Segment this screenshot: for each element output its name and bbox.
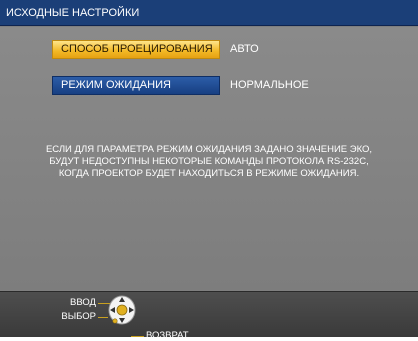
menu-item-projection-method[interactable]: СПОСОБ ПРОЕЦИРОВАНИЯ [53,41,219,58]
enter-hint-label: ВВОД [70,297,96,308]
note-line: КОГДА ПРОЕКТОР БУДЕТ НАХОДИТЬСЯ В РЕЖИМЕ… [58,168,360,179]
projection-method-value: АВТО [230,43,259,55]
menu-title: ИСХОДНЫЕ НАСТРОЙКИ [0,0,418,26]
select-hint-label: ВЫБОР [61,311,96,322]
menu-area: СПОСОБ ПРОЕЦИРОВАНИЯ АВТО РЕЖИМ ОЖИДАНИЯ… [0,27,418,290]
back-leader-line [131,336,144,337]
menu-item-standby-mode[interactable]: РЕЖИМ ОЖИДАНИЯ [53,77,219,94]
note-line: ЕСЛИ ДЛЯ ПАРАМЕТРА РЕЖИМ ОЖИДАНИЯ ЗАДАНО… [45,144,373,155]
dpad-icon [108,295,136,325]
projector-menu-screen: ИСХОДНЫЕ НАСТРОЙКИ СПОСОБ ПРОЕЦИРОВАНИЯ … [0,0,418,341]
control-hints-bar: ВВОД ВЫБОР ВОЗВРАТ [0,291,418,341]
select-leader-line [98,317,108,318]
standby-mode-value: НОРМАЛЬНОЕ [230,79,309,91]
note-line: БУДУТ НЕДОСТУПНЫ НЕКОТОРЫЕ КОМАНДЫ ПРОТО… [49,156,369,167]
standby-note: ЕСЛИ ДЛЯ ПАРАМЕТРА РЕЖИМ ОЖИДАНИЯ ЗАДАНО… [14,144,404,180]
